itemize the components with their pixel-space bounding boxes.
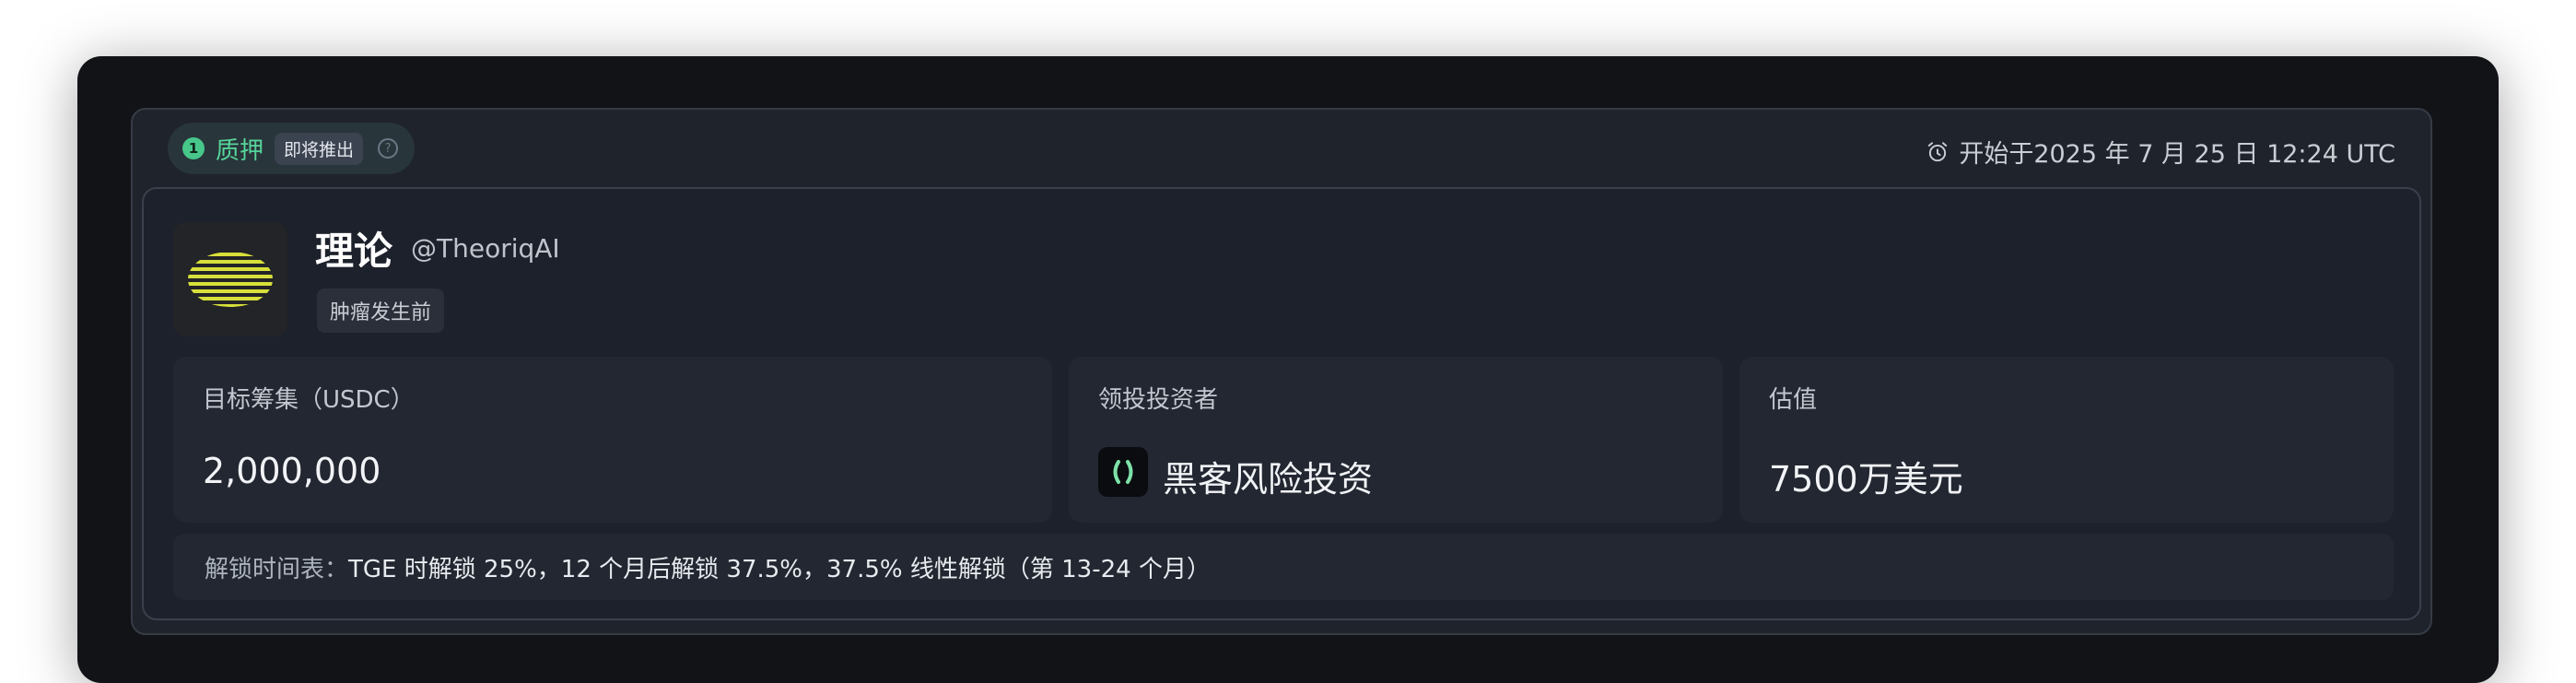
- theoriq-logo-icon: [188, 253, 273, 307]
- target-raise-value: 2,000,000: [203, 451, 381, 491]
- project-card[interactable]: 1 质押 即将推出 ? 开始于2025 年 7 月 25 日 12:24 UTC: [131, 108, 2432, 635]
- project-details: 理论 @TheoriqAI 肿瘤发生前 目标筹集（USDC） 2,000,000…: [142, 187, 2421, 620]
- stage-tag: 肿瘤发生前: [317, 289, 445, 333]
- app-window: 1 质押 即将推出 ? 开始于2025 年 7 月 25 日 12:24 UTC: [77, 56, 2499, 683]
- start-time-text: 开始于2025 年 7 月 25 日 12:24 UTC: [1959, 140, 2395, 169]
- vesting-schedule: 解锁时间表： TGE 时解锁 25%，12 个月后解锁 37.5%，37.5% …: [173, 534, 2394, 600]
- help-icon[interactable]: ?: [378, 138, 399, 159]
- project-name: 理论: [315, 229, 393, 274]
- valuation-value: 7500万美元: [1769, 459, 1963, 500]
- card-header: 1 质押 即将推出 ? 开始于2025 年 7 月 25 日 12:24 UTC: [133, 110, 2430, 187]
- step-number-badge: 1: [182, 137, 205, 159]
- hack-vc-logo-icon: [1098, 447, 1148, 497]
- project-handle-link[interactable]: @TheoriqAI: [411, 233, 560, 264]
- vesting-value: TGE 时解锁 25%，12 个月后解锁 37.5%，37.5% 线性解锁（第 …: [348, 555, 1211, 583]
- target-raise-label: 目标筹集（USDC）: [203, 386, 415, 414]
- status-pill: 1 质押 即将推出 ?: [168, 123, 416, 174]
- alarm-clock-icon: [1928, 141, 1948, 161]
- vesting-label: 解锁时间表：: [205, 555, 349, 583]
- valuation-label: 估值: [1769, 386, 1818, 414]
- status-label: 质押: [216, 136, 264, 165]
- lead-investor-name: 黑客风险投资: [1163, 459, 1374, 500]
- valuation-box: 估值 7500万美元: [1739, 357, 2394, 523]
- lead-investor-box: 领投投资者 黑客风险投资: [1069, 357, 1723, 523]
- coming-soon-badge: 即将推出: [275, 132, 364, 165]
- target-raise-box: 目标筹集（USDC） 2,000,000: [173, 357, 1052, 523]
- start-time: 开始于2025 年 7 月 25 日 12:24 UTC: [1926, 134, 2395, 170]
- project-logo: [173, 222, 287, 336]
- lead-investor-label: 领投投资者: [1098, 386, 1219, 414]
